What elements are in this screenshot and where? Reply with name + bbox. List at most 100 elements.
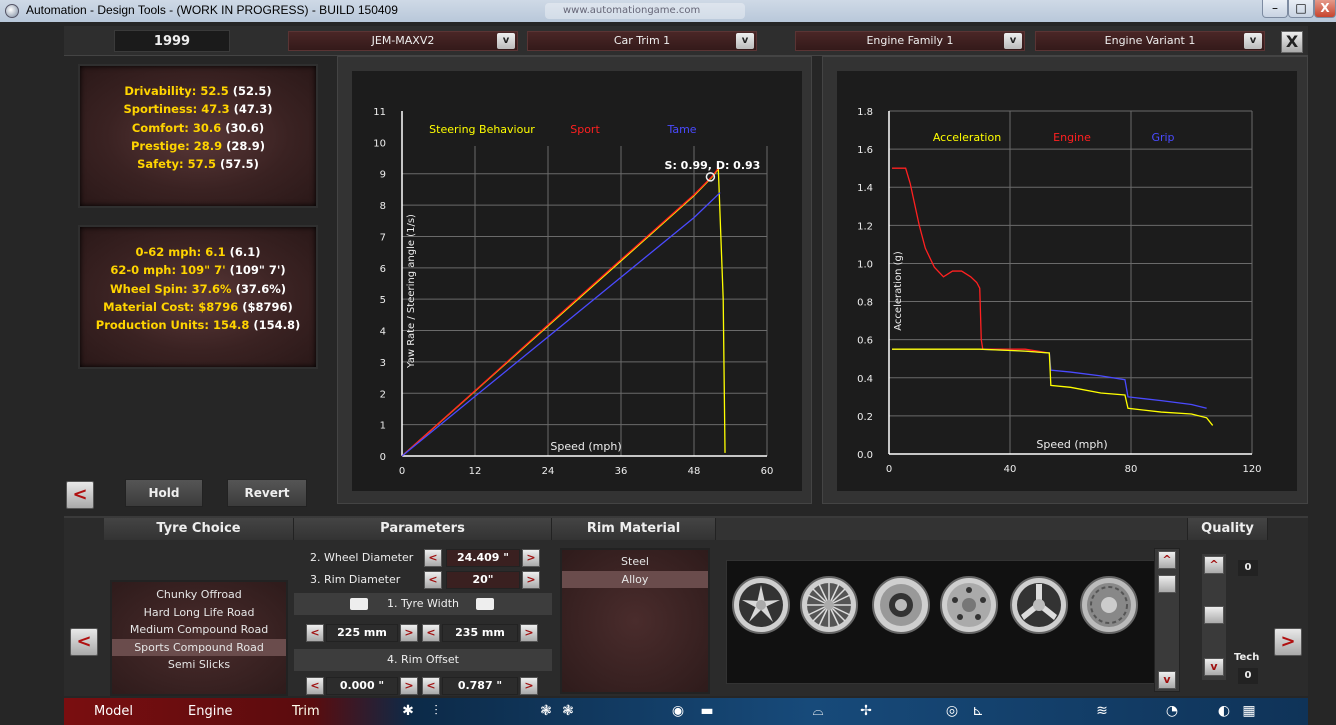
steering-chart-panel: 0 12 24 36 48 60 0 1 2 3 4 5 6 7 8 9 10 11 Speed (mph) Yaw … bbox=[337, 56, 812, 504]
model-dropdown[interactable]: JEM-MAXV2 v bbox=[288, 31, 518, 51]
legend-entry: Tame bbox=[666, 123, 696, 136]
front-width-increase[interactable]: > bbox=[400, 624, 418, 642]
gear-icon[interactable]: ✱ bbox=[398, 702, 418, 720]
front-offset-decrease[interactable]: < bbox=[306, 677, 324, 695]
top-selector-bar: 1999 JEM-MAXV2 v Car Trim 1 v Engine Fam… bbox=[64, 26, 1308, 56]
scroll-thumb[interactable] bbox=[1158, 575, 1176, 593]
rating-stats-panel: Drivability: 52.5 (52.5) Sportiness: 47.… bbox=[78, 64, 318, 208]
rim-diameter-label: 3. Rim Diameter bbox=[310, 573, 401, 586]
tyre-icon[interactable]: ❃ bbox=[558, 702, 578, 720]
brake-icon[interactable]: ◉ bbox=[668, 702, 688, 720]
y-axis-label: Yaw Rate / Steering angle (1/s) bbox=[406, 214, 417, 369]
tab-model[interactable]: Model bbox=[94, 702, 133, 722]
tyre-width-heading: 1. Tyre Width bbox=[294, 593, 552, 615]
y-tick-label: 4 bbox=[380, 327, 386, 338]
x-tick-label: 48 bbox=[688, 466, 701, 477]
rim-style-hubcap-icon[interactable] bbox=[1079, 575, 1139, 635]
car-body-icon[interactable]: ⌓ bbox=[788, 702, 848, 720]
quality-thumb[interactable] bbox=[1204, 606, 1224, 624]
rim-material-list: Steel Alloy bbox=[560, 548, 710, 694]
tab-trim[interactable]: Trim bbox=[292, 702, 320, 722]
engine-variant-dropdown[interactable]: Engine Variant 1 v bbox=[1035, 31, 1265, 51]
tyre-option[interactable]: Chunky Offroad bbox=[112, 586, 286, 604]
bottom-prev-button[interactable]: < bbox=[70, 628, 98, 656]
x-tick-label: 0 bbox=[886, 464, 892, 475]
wheel-diameter-decrease[interactable]: < bbox=[424, 549, 442, 567]
rear-offset-decrease[interactable]: < bbox=[422, 677, 440, 695]
rim-style-3-spoke-icon[interactable] bbox=[1009, 575, 1069, 635]
scroll-down-button[interactable]: v bbox=[1158, 671, 1176, 689]
quality-slider[interactable]: ^ v bbox=[1202, 554, 1226, 680]
rim-material-option-selected[interactable]: Alloy bbox=[562, 570, 708, 588]
stat-production-units: Production Units: 154.8 (154.8) bbox=[95, 318, 301, 333]
legend-entry: Grip bbox=[1151, 131, 1174, 144]
speedometer-icon[interactable]: ◐ bbox=[1214, 702, 1234, 720]
trim-dropdown[interactable]: Car Trim 1 v bbox=[527, 31, 757, 51]
scroll-up-button[interactable]: ^ bbox=[1158, 551, 1176, 569]
quality-up-button[interactable]: ^ bbox=[1204, 556, 1224, 574]
x-tick-label: 24 bbox=[542, 466, 555, 477]
y-tick-label: 0.8 bbox=[857, 298, 873, 309]
wheel-icon[interactable]: ❃ bbox=[536, 702, 556, 720]
hold-button[interactable]: Hold bbox=[125, 479, 203, 507]
rim-diameter-increase[interactable]: > bbox=[522, 571, 540, 589]
close-designer-button[interactable]: X bbox=[1281, 31, 1303, 53]
engine-family-dropdown[interactable]: Engine Family 1 v bbox=[795, 31, 1025, 51]
rear-width-value: 235 mm bbox=[442, 624, 518, 642]
checkered-flag-icon[interactable]: ▦ bbox=[1236, 702, 1262, 720]
tyre-option[interactable]: Semi Slicks bbox=[112, 656, 286, 674]
front-width-decrease[interactable]: < bbox=[306, 624, 324, 642]
acceleration-chart: 0 40 80 120 0.0 0.2 0.4 0.6 0.8 1.0 1.2 1.4 1.6 1.8 Sp… bbox=[837, 71, 1297, 491]
tyre-option-selected[interactable]: Sports Compound Road bbox=[112, 638, 286, 656]
steering-wheel-icon[interactable]: ◎ bbox=[942, 702, 962, 720]
steering-chart: 0 12 24 36 48 6001234567891011Speed (mph)Yaw … bbox=[352, 71, 802, 491]
x-tick-label: 36 bbox=[615, 466, 628, 477]
chevron-down-icon[interactable]: v bbox=[497, 33, 515, 49]
seat-icon[interactable]: ⊾ bbox=[968, 702, 988, 720]
suspension-icon[interactable]: ⫶ bbox=[426, 702, 446, 720]
acceleration-chart-panel: 0 40 80 120 0.0 0.2 0.4 0.6 0.8 1.0 1.2 1.4 1.6 1.8 Sp… bbox=[822, 56, 1308, 504]
front-width-value: 225 mm bbox=[326, 624, 398, 642]
rear-width-decrease[interactable]: < bbox=[422, 624, 440, 642]
quality-down-button[interactable]: v bbox=[1204, 658, 1224, 676]
rim-style-5-spoke-icon[interactable] bbox=[731, 575, 791, 635]
fan-icon[interactable]: ✢ bbox=[856, 702, 876, 720]
rim-gallery-scrollbar[interactable]: ^ v bbox=[1154, 548, 1180, 692]
rim-offset-row: < 0.000 " > < 0.787 " > bbox=[306, 676, 552, 696]
chevron-down-icon[interactable]: v bbox=[1244, 33, 1262, 49]
wheel-diameter-increase[interactable]: > bbox=[522, 549, 540, 567]
minimize-button[interactable]: – bbox=[1262, 0, 1288, 18]
previous-page-button[interactable]: < bbox=[66, 481, 94, 509]
rim-diameter-value: 20" bbox=[446, 571, 520, 589]
tab-engine[interactable]: Engine bbox=[188, 702, 233, 722]
tyre-settings-area: Tyre Choice Parameters Rim Material Qual… bbox=[64, 516, 1308, 696]
chevron-down-icon[interactable]: v bbox=[736, 33, 754, 49]
tyre-option[interactable]: Hard Long Life Road bbox=[112, 604, 286, 622]
front-car-icon bbox=[350, 598, 368, 610]
window-title-bar: Automation - Design Tools - (WORK IN PRO… bbox=[0, 0, 1336, 22]
rim-diameter-decrease[interactable]: < bbox=[424, 571, 442, 589]
rear-offset-increase[interactable]: > bbox=[520, 677, 538, 695]
revert-button[interactable]: Revert bbox=[227, 479, 307, 507]
rim-style-dish-icon[interactable] bbox=[871, 575, 931, 635]
legend-entry: Acceleration bbox=[933, 131, 1001, 144]
rim-style-mesh-icon[interactable] bbox=[799, 575, 859, 635]
stat-material-cost: Material Cost: $8796 ($8796) bbox=[103, 299, 293, 314]
bottom-next-button[interactable]: > bbox=[1274, 628, 1302, 656]
spring-icon[interactable]: ≋ bbox=[1092, 702, 1112, 720]
rim-style-steel-icon[interactable] bbox=[939, 575, 999, 635]
gauge-icon[interactable]: ◔ bbox=[1162, 702, 1182, 720]
car-side-icon[interactable]: ▬ bbox=[692, 702, 722, 720]
rim-material-option[interactable]: Steel bbox=[562, 553, 708, 571]
app-icon bbox=[5, 4, 19, 18]
chevron-down-icon[interactable]: v bbox=[1004, 33, 1022, 49]
maximize-button[interactable]: □ bbox=[1288, 0, 1314, 18]
stat-62-0: 62-0 mph: 109" 7' (109" 7') bbox=[110, 263, 286, 278]
y-tick-label: 1.2 bbox=[857, 221, 873, 232]
rear-width-increase[interactable]: > bbox=[520, 624, 538, 642]
front-offset-increase[interactable]: > bbox=[400, 677, 418, 695]
tyre-option[interactable]: Medium Compound Road bbox=[112, 621, 286, 639]
window-close-button[interactable]: X bbox=[1314, 0, 1336, 18]
wheel-diameter-label: 2. Wheel Diameter bbox=[310, 551, 414, 564]
y-tick-label: 3 bbox=[380, 358, 386, 369]
